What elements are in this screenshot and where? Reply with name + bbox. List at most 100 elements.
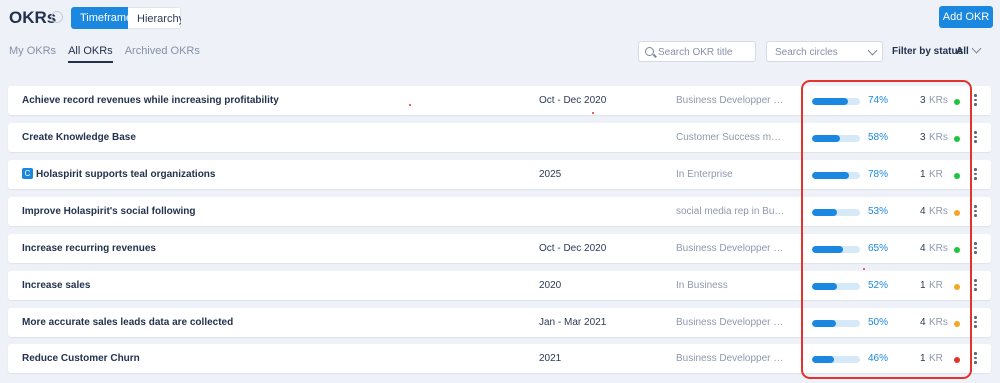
progress-bar: [812, 172, 860, 179]
more-options-icon[interactable]: [974, 94, 978, 108]
kr-count: 4: [920, 243, 926, 254]
progress-bar-fill: [812, 135, 840, 142]
status-dot: [954, 173, 960, 179]
status-dot: [954, 210, 960, 216]
okr-title[interactable]: Increase recurring revenues: [22, 243, 156, 254]
annotation-dot: [592, 112, 594, 114]
okr-title[interactable]: Reduce Customer Churn: [22, 353, 140, 364]
progress-bar-fill: [812, 209, 838, 216]
kr-label: KRs: [929, 206, 948, 217]
okr-timeframe: Oct - Dec 2020: [539, 95, 607, 106]
filter-status-label: Filter by status: [892, 46, 964, 57]
divider: [801, 164, 802, 185]
okr-circle: social media rep in Business: [676, 206, 786, 217]
more-options-icon[interactable]: [974, 242, 978, 256]
tab-archived-okrs[interactable]: Archived OKRs: [125, 45, 200, 63]
chevron-down-icon: [867, 45, 878, 56]
progress-bar-fill: [812, 98, 848, 105]
circles-select[interactable]: Search circles: [766, 41, 883, 62]
okr-row[interactable]: Improve Holaspirit's social following soc…: [8, 197, 991, 226]
divider: [801, 201, 802, 222]
progress-percent: 52%: [868, 280, 889, 291]
kr-label: KRs: [929, 132, 948, 143]
kr-label: KR: [929, 280, 943, 291]
okr-circle: Business Developper Internati...: [676, 95, 786, 106]
kr-count: 1: [920, 280, 926, 291]
progress-percent: 74%: [868, 95, 889, 106]
annotation-dot: [863, 268, 865, 270]
tab-all-okrs[interactable]: All OKRs: [68, 45, 113, 63]
okr-row[interactable]: C Holaspirit supports teal organizations 2…: [8, 160, 991, 189]
okr-timeframe: 2025: [539, 169, 562, 180]
progress-percent: 46%: [868, 353, 889, 364]
status-dot: [954, 247, 960, 253]
more-options-icon[interactable]: [974, 352, 978, 366]
more-options-icon[interactable]: [974, 131, 978, 145]
more-options-icon[interactable]: [974, 205, 978, 219]
progress-percent: 50%: [868, 317, 889, 328]
divider: [801, 312, 802, 333]
progress-bar: [812, 98, 860, 105]
more-options-icon[interactable]: [974, 316, 978, 330]
timeframe-view-button[interactable]: Timeframe: [71, 7, 132, 29]
okr-title[interactable]: Achieve record revenues while increasing…: [22, 95, 279, 106]
okr-row[interactable]: Reduce Customer Churn 2021 Business Develo…: [8, 344, 991, 373]
okr-tabs: My OKRs All OKRs Archived OKRs: [9, 45, 212, 63]
okr-row[interactable]: More accurate sales leads data are colle…: [8, 308, 991, 337]
hierarchy-view-button[interactable]: Hierarchy: [128, 7, 181, 29]
search-input[interactable]: [658, 45, 753, 59]
status-dot: [954, 357, 960, 363]
progress-bar: [812, 135, 860, 142]
okr-title[interactable]: Improve Holaspirit's social following: [22, 206, 196, 217]
okr-row[interactable]: Increase recurring revenues Oct - Dec 202…: [8, 234, 991, 263]
okr-title[interactable]: Holaspirit supports teal organizations: [36, 169, 215, 180]
divider: [801, 238, 802, 259]
status-dot: [954, 99, 960, 105]
circles-select-placeholder: Search circles: [775, 47, 838, 58]
kr-label: KR: [929, 353, 943, 364]
circle-badge-icon: C: [22, 168, 33, 179]
okr-row[interactable]: Create Knowledge Base Customer Success ma…: [8, 123, 991, 152]
tab-my-okrs[interactable]: My OKRs: [9, 45, 56, 63]
okr-title[interactable]: More accurate sales leads data are colle…: [22, 317, 233, 328]
info-icon[interactable]: [51, 11, 63, 23]
kr-count: 3: [920, 95, 926, 106]
okr-circle: Business Developper Internati...: [676, 243, 786, 254]
kr-count: 1: [920, 353, 926, 364]
okr-row[interactable]: Increase sales 2020 In Business 52% 1 KR: [8, 271, 991, 300]
divider: [801, 348, 802, 369]
kr-count: 3: [920, 132, 926, 143]
status-dot: [954, 136, 960, 142]
progress-percent: 65%: [868, 243, 889, 254]
divider: [801, 90, 802, 111]
view-toggle: Timeframe Hierarchy: [71, 7, 181, 29]
okr-circle: Customer Success manager in ...: [676, 132, 786, 143]
kr-count: 1: [920, 169, 926, 180]
progress-bar-fill: [812, 172, 850, 179]
kr-count: 4: [920, 317, 926, 328]
kr-count: 4: [920, 206, 926, 217]
more-options-icon[interactable]: [974, 168, 978, 182]
okr-title[interactable]: Create Knowledge Base: [22, 132, 136, 143]
status-dot: [954, 321, 960, 327]
search-icon: [645, 47, 654, 56]
okr-title[interactable]: Increase sales: [22, 280, 90, 291]
chevron-down-icon[interactable]: [971, 43, 982, 54]
add-okr-button[interactable]: Add OKR: [939, 6, 993, 28]
progress-bar-fill: [812, 246, 844, 253]
progress-bar-fill: [812, 283, 837, 290]
okr-timeframe: 2021: [539, 353, 562, 364]
divider: [801, 127, 802, 148]
okr-row[interactable]: Achieve record revenues while increasing…: [8, 86, 991, 115]
progress-bar: [812, 283, 860, 290]
more-options-icon[interactable]: [974, 279, 978, 293]
status-dot: [954, 284, 960, 290]
okr-timeframe: Jan - Mar 2021: [539, 317, 607, 328]
kr-label: KR: [929, 169, 943, 180]
okr-timeframe: Oct - Dec 2020: [539, 243, 607, 254]
search-box: [638, 41, 756, 62]
kr-label: KRs: [929, 243, 948, 254]
top-bar: OKRs Timeframe Hierarchy Add OKR: [0, 0, 1000, 40]
progress-bar-fill: [812, 320, 836, 327]
filter-status-value[interactable]: All: [956, 46, 969, 57]
